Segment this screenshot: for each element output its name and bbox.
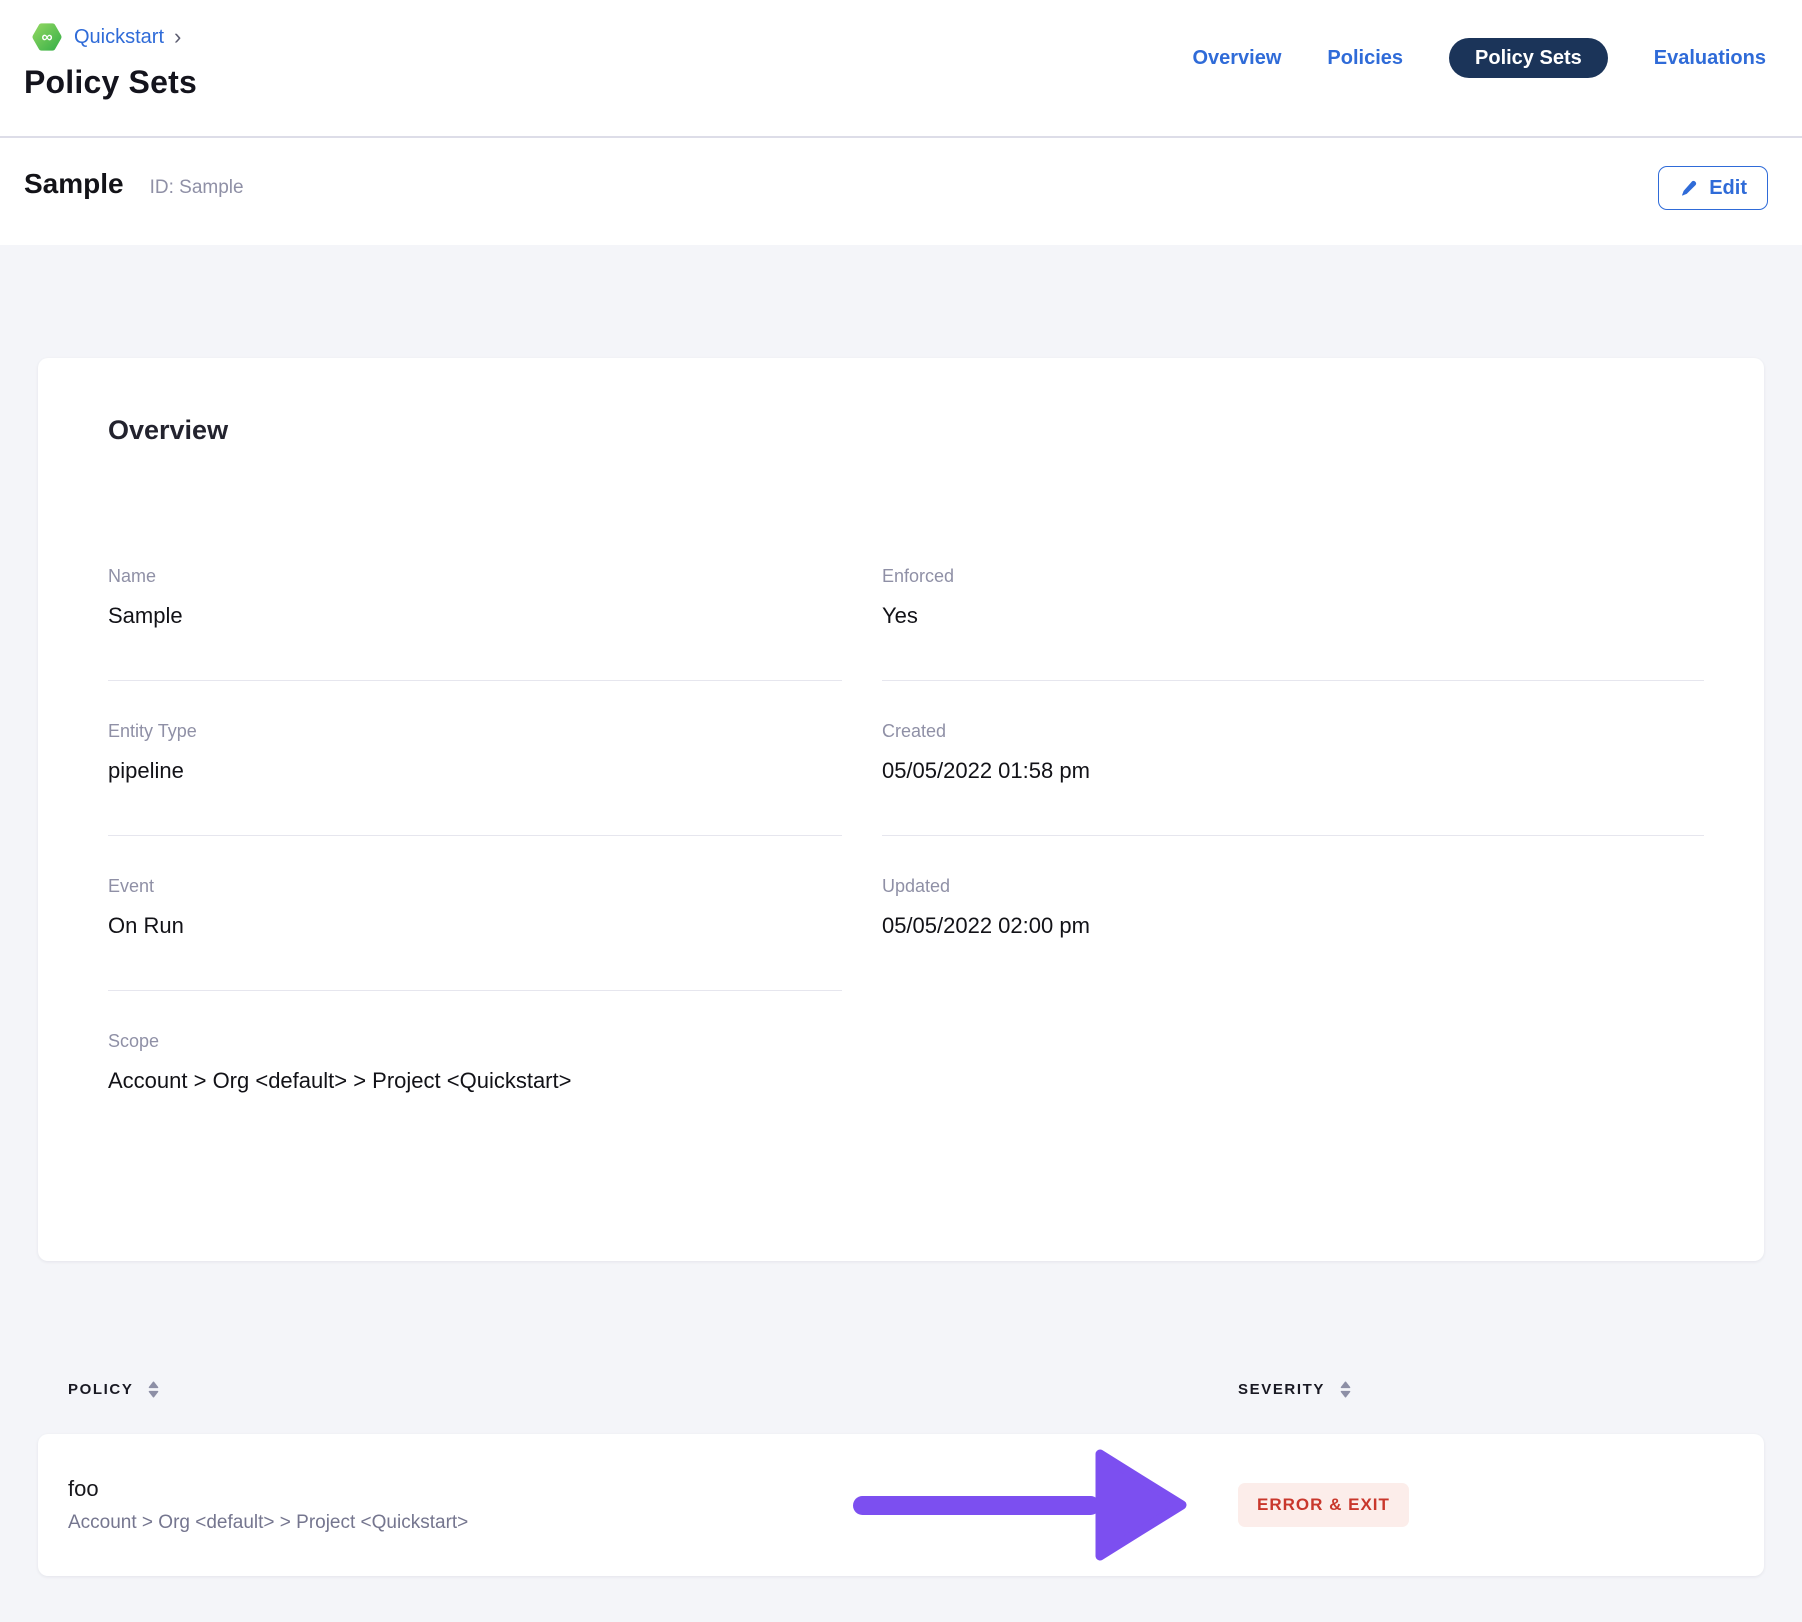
sort-icon[interactable] xyxy=(1339,1381,1352,1398)
field-updated: Updated 05/05/2022 02:00 pm xyxy=(882,836,1704,990)
field-value: Sample xyxy=(108,602,842,630)
severity-badge: ERROR & EXIT xyxy=(1238,1483,1409,1527)
pencil-icon xyxy=(1679,179,1698,198)
field-value: 05/05/2022 02:00 pm xyxy=(882,912,1704,940)
policy-column-header[interactable]: POLICY xyxy=(68,1381,1238,1398)
top-nav: Overview Policies Policy Sets Evaluation… xyxy=(1192,38,1766,78)
overview-fields: Name Sample Entity Type pipeline Event O… xyxy=(108,526,1704,1145)
tab-policies[interactable]: Policies xyxy=(1327,38,1403,78)
infinity-glyph: ∞ xyxy=(41,29,52,46)
project-icon: ∞ xyxy=(30,20,64,54)
overview-card-title: Overview xyxy=(108,414,1704,446)
severity-column-header[interactable]: SEVERITY xyxy=(1238,1381,1734,1398)
tab-policy-sets[interactable]: Policy Sets xyxy=(1449,38,1608,78)
field-scope: Scope Account > Org <default> > Project … xyxy=(108,991,842,1145)
edit-button-label: Edit xyxy=(1709,177,1747,200)
top-header: ∞ Quickstart › Policy Sets Overview Poli… xyxy=(0,0,1802,138)
field-name: Name Sample xyxy=(108,526,842,681)
field-label: Entity Type xyxy=(108,721,842,741)
field-value: pipeline xyxy=(108,757,842,785)
field-label: Name xyxy=(108,566,842,586)
severity-cell: ERROR & EXIT xyxy=(1238,1483,1734,1527)
tab-evaluations[interactable]: Evaluations xyxy=(1654,38,1766,78)
entity-subheader: Sample ID: Sample Edit xyxy=(0,138,1802,245)
field-value: Yes xyxy=(882,602,1704,630)
field-created: Created 05/05/2022 01:58 pm xyxy=(882,681,1704,836)
policy-sets-page: ∞ Quickstart › Policy Sets Overview Poli… xyxy=(0,0,1802,1622)
edit-button[interactable]: Edit xyxy=(1658,166,1768,210)
policy-cell: foo Account > Org <default> > Project <Q… xyxy=(68,1476,1238,1534)
field-label: Event xyxy=(108,876,842,896)
field-event: Event On Run xyxy=(108,836,842,991)
breadcrumb-project-link[interactable]: Quickstart xyxy=(74,26,164,49)
tab-overview[interactable]: Overview xyxy=(1192,38,1281,78)
overview-fields-right: Enforced Yes Created 05/05/2022 01:58 pm… xyxy=(882,526,1704,1145)
policy-name: foo xyxy=(68,1476,1238,1502)
main-content: Overview Name Sample Entity Type pipelin… xyxy=(0,245,1802,1576)
field-label: Updated xyxy=(882,876,1704,896)
chevron-right-icon: › xyxy=(174,27,181,47)
field-value: On Run xyxy=(108,912,842,940)
field-value: 05/05/2022 01:58 pm xyxy=(882,757,1704,785)
field-label: Created xyxy=(882,721,1704,741)
field-label: Scope xyxy=(108,1031,842,1051)
overview-card: Overview Name Sample Entity Type pipelin… xyxy=(38,358,1764,1261)
policy-column-label: POLICY xyxy=(68,1381,133,1398)
sort-icon[interactable] xyxy=(147,1381,160,1398)
field-enforced: Enforced Yes xyxy=(882,526,1704,681)
policy-set-id: ID: Sample xyxy=(150,177,244,199)
field-entity-type: Entity Type pipeline xyxy=(108,681,842,836)
severity-column-label: SEVERITY xyxy=(1238,1381,1325,1398)
policy-table-header: POLICY SEVERITY xyxy=(38,1381,1764,1398)
policy-scope: Account > Org <default> > Project <Quick… xyxy=(68,1512,1238,1534)
policy-set-name: Sample xyxy=(24,168,124,200)
field-label: Enforced xyxy=(882,566,1704,586)
policy-table: POLICY SEVERITY xyxy=(38,1381,1764,1576)
overview-fields-left: Name Sample Entity Type pipeline Event O… xyxy=(108,526,842,1145)
policy-row[interactable]: foo Account > Org <default> > Project <Q… xyxy=(38,1434,1764,1576)
field-value: Account > Org <default> > Project <Quick… xyxy=(108,1067,842,1095)
